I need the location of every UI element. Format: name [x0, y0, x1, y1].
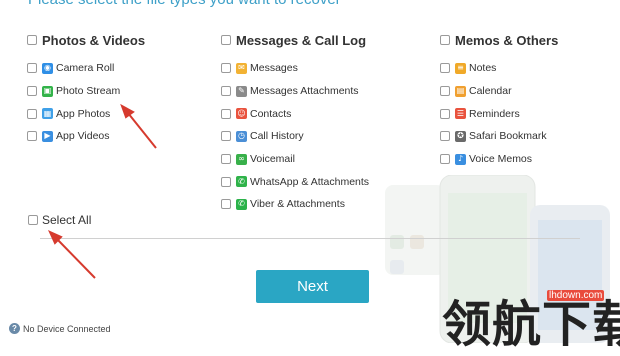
- arrow-icon: [120, 103, 157, 149]
- arrow-icon: [47, 229, 96, 279]
- annotation-arrows: [47, 103, 157, 279]
